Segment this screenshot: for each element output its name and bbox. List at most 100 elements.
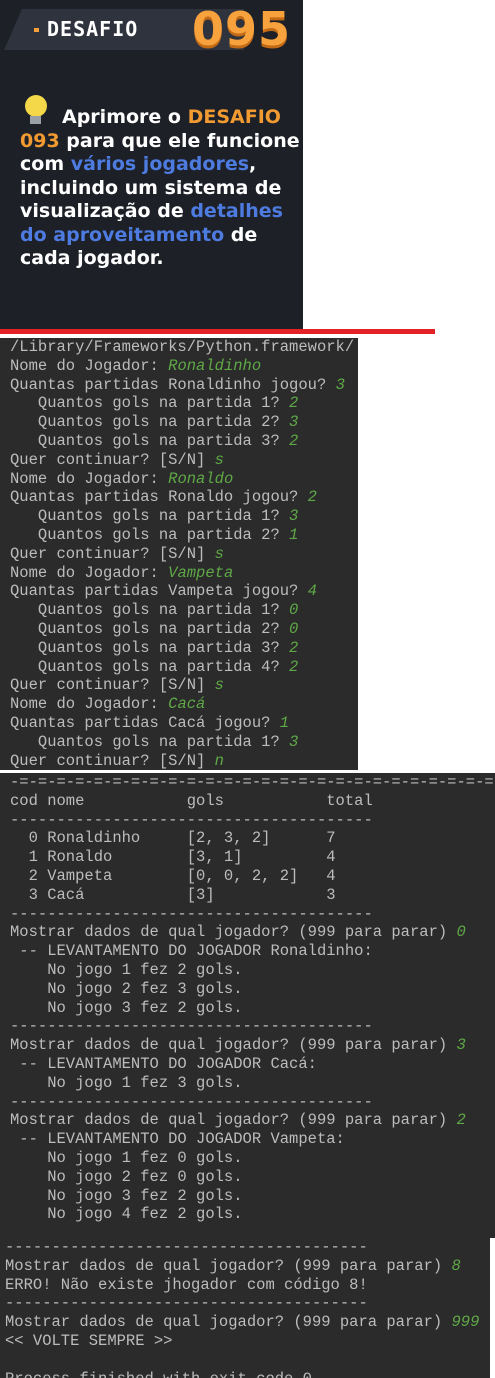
terminal-line: ERRO! Não existe jhogador com código 8!: [0, 1276, 490, 1295]
user-input: 2: [289, 638, 299, 657]
user-input: 2: [289, 431, 299, 450]
user-input: Vampeta: [168, 563, 234, 582]
user-input: 999: [451, 1313, 480, 1332]
output-text: Quantos gols na partida 1?: [10, 394, 290, 413]
user-input: 4: [307, 582, 317, 601]
output-text: << VOLTE SEMPRE >>: [5, 1331, 173, 1350]
user-input: 0: [456, 923, 466, 942]
user-input: Ronaldo: [168, 469, 234, 488]
challenge-description: Aprimore o DESAFIO 093 para que ele func…: [20, 106, 300, 271]
output-text: Quantas partidas Cacá jogou?: [10, 713, 280, 732]
terminal-line: Mostrar dados de qual jogador? (999 para…: [0, 923, 495, 942]
output-text: Quantos gols na partida 2?: [10, 525, 290, 544]
terminal-line: -- LEVANTAMENTO DO JOGADOR Ronaldinho:: [0, 942, 495, 961]
terminal-line: Quer continuar? [S/N] n: [0, 752, 358, 770]
user-input: 1: [279, 713, 290, 732]
terminal-line: Quantas partidas Cacá jogou? 1: [0, 714, 358, 733]
output-text: Quantos gols na partida 2?: [10, 413, 290, 432]
output-text: Quantos gols na partida 4?: [10, 657, 290, 676]
user-input: Cacá: [168, 695, 206, 714]
terminal-line: Quantas partidas Vampeta jogou? 4: [0, 582, 358, 601]
terminal-output-end: --------------------------------------- M…: [0, 1238, 490, 1378]
output-text: -=-=-=-=-=-=-=-=-=-=-=-=-=-=-=-=-=-=-=-=…: [10, 773, 495, 791]
user-input: 3: [289, 507, 299, 526]
user-input: 2: [307, 488, 317, 507]
user-input: 2: [289, 394, 299, 413]
terminal-line: 3 Cacá [3] 3: [0, 886, 495, 905]
user-input: Ronaldinho: [168, 356, 262, 375]
output-text: Nome do Jogador:: [10, 695, 169, 714]
user-input: n: [214, 751, 224, 770]
output-text: 1 Ronaldo [3, 1] 4: [10, 848, 336, 867]
output-text: ---------------------------------------: [10, 1092, 373, 1111]
terminal-line: Quantos gols na partida 3? 2: [0, 639, 358, 658]
terminal-line: Process finished with exit code 0: [0, 1370, 490, 1378]
terminal-line: Quantos gols na partida 1? 2: [0, 394, 358, 413]
output-text: Quantas partidas Ronaldinho jogou?: [10, 375, 336, 394]
banner-label: DESAFIO: [47, 17, 139, 41]
user-input: 8: [451, 1256, 461, 1275]
output-text: Mostrar dados de qual jogador? (999 para…: [10, 1036, 457, 1055]
terminal-line: << VOLTE SEMPRE >>: [0, 1332, 490, 1351]
user-input: 0: [289, 601, 299, 620]
user-input: 3: [456, 1036, 466, 1055]
terminal-line: Quantos gols na partida 3? 2: [0, 432, 358, 451]
output-text: No jogo 3 fez 2 gols.: [10, 1186, 243, 1205]
output-text: Nome do Jogador:: [10, 563, 169, 582]
output-text: No jogo 4 fez 2 gols.: [10, 1205, 243, 1224]
challenge-number: 095: [192, 2, 292, 56]
terminal-line: Nome do Jogador: Vampeta: [0, 564, 358, 583]
output-text: ERRO! Não existe jhogador com código 8!: [5, 1275, 368, 1294]
output-text: ---------------------------------------: [10, 810, 373, 829]
output-text: /Library/Frameworks/Python.framework/: [10, 338, 355, 356]
bullet-dot: [34, 28, 39, 32]
terminal-line: -- LEVANTAMENTO DO JOGADOR Vampeta:: [0, 1130, 495, 1149]
user-input: 3: [289, 413, 299, 432]
output-text: Quer continuar? [S/N]: [10, 544, 215, 563]
terminal-line: No jogo 4 fez 2 gols.: [0, 1205, 495, 1224]
terminal-line: Quantos gols na partida 1? 3: [0, 733, 358, 752]
terminal-line: Quantos gols na partida 2? 0: [0, 620, 358, 639]
output-text: Quantos gols na partida 2?: [10, 619, 290, 638]
output-text: No jogo 1 fez 2 gols.: [10, 960, 243, 979]
terminal-line: No jogo 2 fez 0 gols.: [0, 1168, 495, 1187]
output-text: ---------------------------------------: [10, 1017, 373, 1036]
user-input: 2: [289, 657, 299, 676]
terminal-line: Quantos gols na partida 4? 2: [0, 658, 358, 677]
terminal-line: No jogo 1 fez 2 gols.: [0, 961, 495, 980]
terminal-line: Quer continuar? [S/N] s: [0, 451, 358, 470]
terminal-line: Nome do Jogador: Cacá: [0, 695, 358, 714]
terminal-line: Quantas partidas Ronaldo jogou? 2: [0, 488, 358, 507]
description-segment: vários jogadores: [70, 153, 250, 175]
user-input: 3: [335, 375, 345, 394]
output-text: No jogo 1 fez 3 gols.: [10, 1073, 243, 1092]
terminal-line: Quantos gols na partida 2? 1: [0, 526, 358, 545]
output-text: No jogo 3 fez 2 gols.: [10, 998, 243, 1017]
user-input: s: [214, 450, 224, 469]
user-input: s: [214, 544, 224, 563]
output-text: No jogo 1 fez 0 gols.: [10, 1148, 243, 1167]
terminal-line: /Library/Frameworks/Python.framework/: [0, 338, 358, 357]
terminal-line: Quantos gols na partida 2? 3: [0, 413, 358, 432]
terminal-line: ---------------------------------------: [0, 1238, 490, 1257]
output-text: ---------------------------------------: [5, 1294, 368, 1313]
challenge-banner: DESAFIO 095 Aprimore o DESAFIO 093 para …: [0, 0, 303, 330]
output-text: Nome do Jogador:: [10, 356, 169, 375]
output-text: Quer continuar? [S/N]: [10, 450, 215, 469]
terminal-line: No jogo 2 fez 3 gols.: [0, 980, 495, 999]
user-input: 2: [456, 1111, 466, 1130]
output-text: ---------------------------------------: [10, 904, 373, 923]
terminal-line: No jogo 3 fez 2 gols.: [0, 999, 495, 1018]
output-text: 2 Vampeta [0, 0, 2, 2] 4: [10, 866, 336, 885]
user-input: 1: [289, 525, 299, 544]
terminal-line: No jogo 3 fez 2 gols.: [0, 1187, 495, 1206]
output-text: Process finished with exit code 0: [5, 1370, 312, 1378]
output-text: ---------------------------------------: [5, 1238, 368, 1256]
terminal-line: Quantos gols na partida 1? 3: [0, 507, 358, 526]
terminal-line: 2 Vampeta [0, 0, 2, 2] 4: [0, 867, 495, 886]
terminal-line: No jogo 1 fez 3 gols.: [0, 1074, 495, 1093]
terminal-output-input: /Library/Frameworks/Python.framework/Nom…: [0, 338, 358, 770]
terminal-line: Mostrar dados de qual jogador? (999 para…: [0, 1257, 490, 1276]
output-text: Quantos gols na partida 1?: [10, 601, 290, 620]
output-text: Quantos gols na partida 3?: [10, 638, 290, 657]
